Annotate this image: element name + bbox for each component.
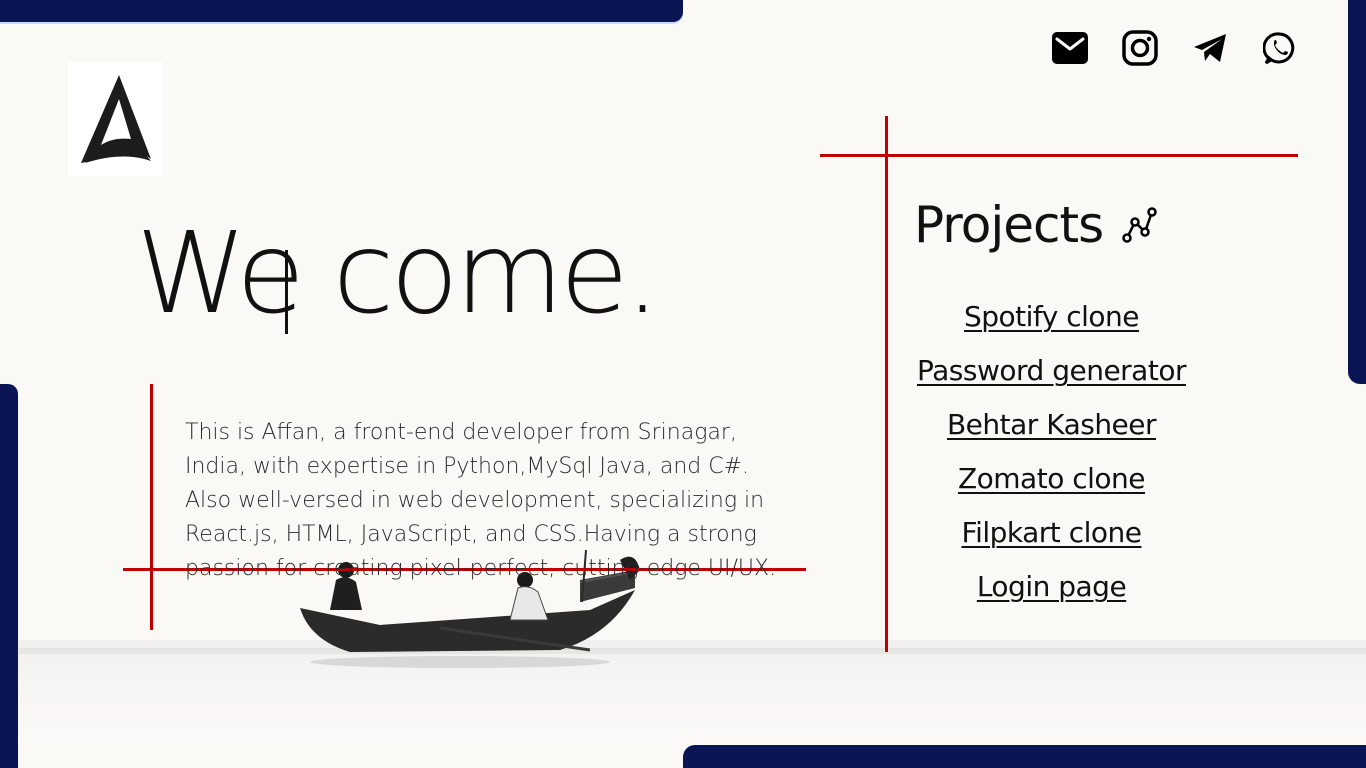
welcome-letter-stroke	[285, 250, 288, 334]
projects-title: Projects	[914, 196, 1157, 254]
project-item: Password generator	[890, 354, 1213, 408]
projects-list: Spotify clone Password generator Behtar …	[890, 300, 1213, 624]
background-horizon	[18, 648, 1366, 654]
project-item: Filpkart clone	[890, 516, 1213, 570]
logo-mark-icon	[80, 75, 151, 163]
project-item: Behtar Kasheer	[890, 408, 1213, 462]
bottom-frame-bar	[683, 745, 1366, 768]
instagram-icon[interactable]	[1120, 28, 1160, 68]
project-link-behtar-kasheer[interactable]: Behtar Kasheer	[947, 408, 1157, 441]
project-link-login-page[interactable]: Login page	[977, 570, 1127, 603]
project-item: Zomato clone	[890, 462, 1213, 516]
project-link-password-generator[interactable]: Password generator	[917, 354, 1186, 387]
telegram-icon[interactable]	[1190, 28, 1230, 68]
project-item: Login page	[890, 570, 1213, 624]
left-frame-bar	[0, 384, 18, 768]
projects-horizontal-line	[820, 154, 1298, 157]
projects-title-text: Projects	[914, 196, 1104, 254]
site-logo[interactable]	[68, 62, 163, 176]
top-frame-bar	[0, 0, 683, 22]
right-frame-bar	[1348, 0, 1366, 384]
background-sea	[18, 640, 1366, 745]
project-link-zomato-clone[interactable]: Zomato clone	[958, 462, 1146, 495]
bio-text: This is Affan, a front-end developer fro…	[185, 420, 777, 581]
project-item: Spotify clone	[890, 300, 1213, 354]
welcome-text: We come.	[136, 209, 660, 339]
social-links	[1050, 28, 1300, 68]
email-icon[interactable]	[1050, 28, 1090, 68]
whatsapp-icon[interactable]	[1260, 28, 1300, 68]
welcome-heading: We come.	[136, 218, 660, 334]
project-link-filpkart-clone[interactable]: Filpkart clone	[962, 516, 1142, 549]
projects-vertical-line	[885, 116, 888, 652]
project-link-spotify-clone[interactable]: Spotify clone	[964, 300, 1140, 333]
project-graph-icon	[1122, 207, 1157, 243]
bio-vertical-line	[150, 384, 153, 630]
